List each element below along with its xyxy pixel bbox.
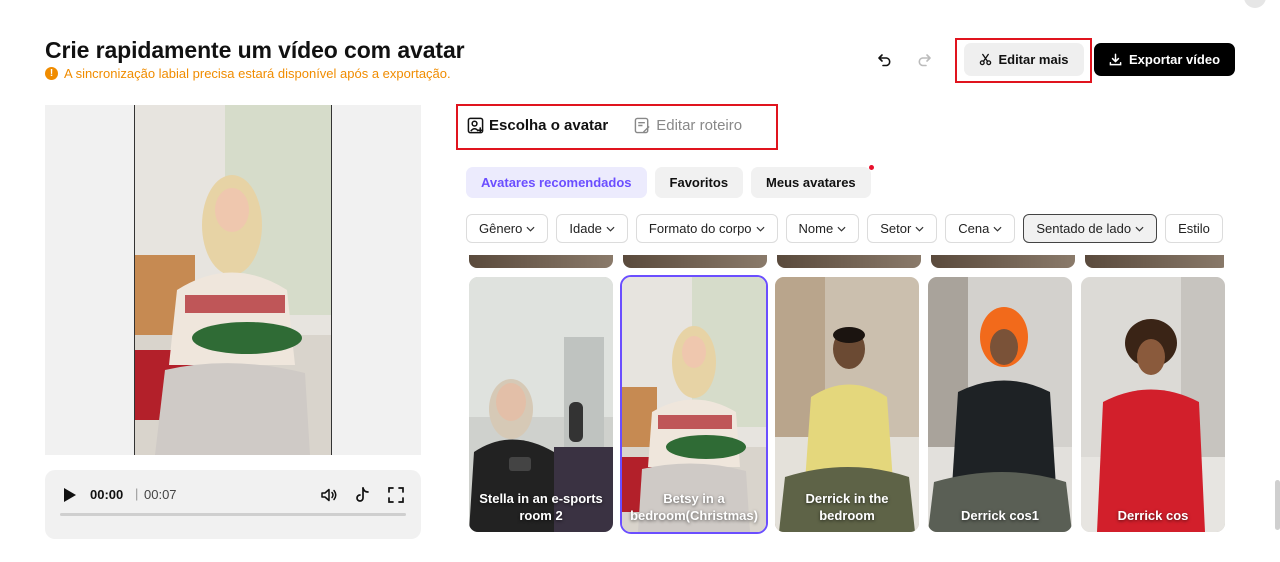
total-time: 00:07	[144, 487, 177, 502]
avatar-thumbnail	[1081, 277, 1225, 532]
download-icon	[1109, 53, 1122, 66]
script-edit-icon	[634, 117, 650, 134]
previous-row-thumbnails	[469, 255, 1224, 268]
play-icon	[64, 488, 76, 502]
avatar-category-chips: Avatares recomendados Favoritos Meus ava…	[466, 165, 874, 198]
tiktok-icon	[356, 487, 369, 502]
filter-gender[interactable]: Gênero	[466, 214, 549, 243]
avatar-card-derrick-cos[interactable]: Derrick cos	[1081, 277, 1225, 532]
avatar-select-icon	[467, 117, 484, 134]
filter-style[interactable]: Estilo	[1165, 214, 1223, 243]
avatar-card-stella[interactable]: Stella in an e-sports room 2	[469, 277, 613, 532]
filter-name-label: Nome	[798, 221, 834, 236]
filter-seated-side[interactable]: Sentado de lado	[1023, 214, 1158, 243]
lip-sync-warning: ! A sincronização labial precisa estará …	[45, 66, 451, 81]
warning-icon: !	[45, 67, 58, 80]
volume-button[interactable]	[319, 485, 339, 505]
tiktok-preview-button[interactable]	[352, 485, 372, 505]
avatar-card-label: Derrick cos1	[960, 508, 1040, 523]
edit-more-button[interactable]: Editar mais	[964, 43, 1084, 76]
window-corner-control	[1244, 0, 1266, 8]
avatar-card-derrick-bedroom[interactable]: Derrick in the bedroom	[775, 277, 919, 532]
avatar-card-betsy[interactable]: Betsy in a bedroom(Christmas)	[620, 275, 768, 534]
page-title: Crie rapidamente um vídeo com avatar	[45, 37, 465, 63]
video-player-controls: 00:00 | 00:07	[45, 470, 421, 539]
avatar-thumbnail	[928, 277, 1072, 532]
filter-age[interactable]: Idade	[556, 214, 628, 243]
fullscreen-button[interactable]	[386, 485, 406, 505]
export-video-label: Exportar vídeo	[1128, 52, 1221, 67]
filter-scene[interactable]: Cena	[945, 214, 1016, 243]
progress-bar[interactable]	[60, 513, 406, 516]
chip-favorites[interactable]: Favoritos	[654, 167, 744, 198]
chevron-down-icon	[756, 226, 765, 232]
redo-button[interactable]	[912, 48, 936, 72]
avatar-thumb-partial[interactable]	[1085, 255, 1224, 268]
chip-recommended-avatars[interactable]: Avatares recomendados	[466, 167, 647, 198]
volume-icon	[321, 488, 337, 502]
tab-edit-script[interactable]: Editar roteiro	[634, 117, 742, 134]
filter-sector-label: Setor	[880, 221, 912, 236]
editor-tabs: Escolha o avatar Editar roteiro	[467, 117, 742, 134]
filter-gender-label: Gênero	[479, 221, 523, 236]
notification-dot	[868, 165, 874, 170]
scissors-icon	[980, 53, 992, 66]
chevron-down-icon	[606, 226, 615, 232]
avatar-grid: Stella in an e-sports room 2 Betsy in a …	[469, 275, 1225, 534]
avatar-card-label: Betsy in a bedroom(Christmas)	[630, 491, 758, 523]
avatar-thumb-partial[interactable]	[623, 255, 767, 268]
chevron-down-icon	[915, 226, 924, 232]
redo-icon	[918, 54, 931, 67]
avatar-card-label: Derrick in the bedroom	[805, 491, 889, 523]
tab-choose-avatar-label: Escolha o avatar	[489, 117, 609, 134]
filter-seated-side-label: Sentado de lado	[1036, 221, 1132, 236]
undo-icon	[878, 54, 891, 67]
tab-edit-script-label: Editar roteiro	[656, 117, 743, 134]
export-video-button[interactable]: Exportar vídeo	[1094, 43, 1235, 76]
filter-scene-label: Cena	[958, 221, 990, 236]
video-preview[interactable]	[45, 105, 421, 455]
avatar-card-label: Stella in an e-sports room 2	[479, 491, 603, 523]
edit-more-label: Editar mais	[998, 52, 1069, 67]
filter-sector[interactable]: Setor	[867, 214, 938, 243]
filter-style-label: Estilo	[1178, 221, 1210, 236]
tab-choose-avatar[interactable]: Escolha o avatar	[467, 117, 608, 134]
filter-body-shape-label: Formato do corpo	[648, 221, 752, 236]
fullscreen-icon	[388, 487, 404, 503]
current-time: 00:00	[90, 487, 124, 502]
scrollbar-thumb[interactable]	[1275, 480, 1280, 530]
avatar-thumb-partial[interactable]	[931, 255, 1075, 268]
chip-my-avatars-label: Meus avatares	[766, 175, 856, 190]
chevron-down-icon	[993, 226, 1002, 232]
filter-age-label: Idade	[569, 221, 602, 236]
time-separator: |	[135, 486, 139, 501]
chip-my-avatars[interactable]: Meus avatares	[751, 165, 874, 198]
chevron-down-icon	[1135, 226, 1144, 232]
play-button[interactable]	[63, 487, 77, 508]
avatar-video-frame	[134, 105, 332, 455]
chevron-down-icon	[526, 226, 535, 232]
avatar-preview-image	[135, 105, 331, 455]
avatar-thumb-partial[interactable]	[777, 255, 921, 268]
undo-button[interactable]	[873, 48, 897, 72]
filter-bar: Gênero Idade Formato do corpo Nome Setor…	[466, 214, 1223, 243]
filter-body-shape[interactable]: Formato do corpo	[635, 214, 778, 243]
chevron-down-icon	[837, 226, 846, 232]
warning-text: A sincronização labial precisa estará di…	[64, 66, 451, 81]
avatar-card-label: Derrick cos	[1117, 508, 1189, 523]
filter-name[interactable]: Nome	[785, 214, 860, 243]
avatar-card-derrick-cos1[interactable]: Derrick cos1	[928, 277, 1072, 532]
avatar-thumb-partial[interactable]	[469, 255, 613, 268]
